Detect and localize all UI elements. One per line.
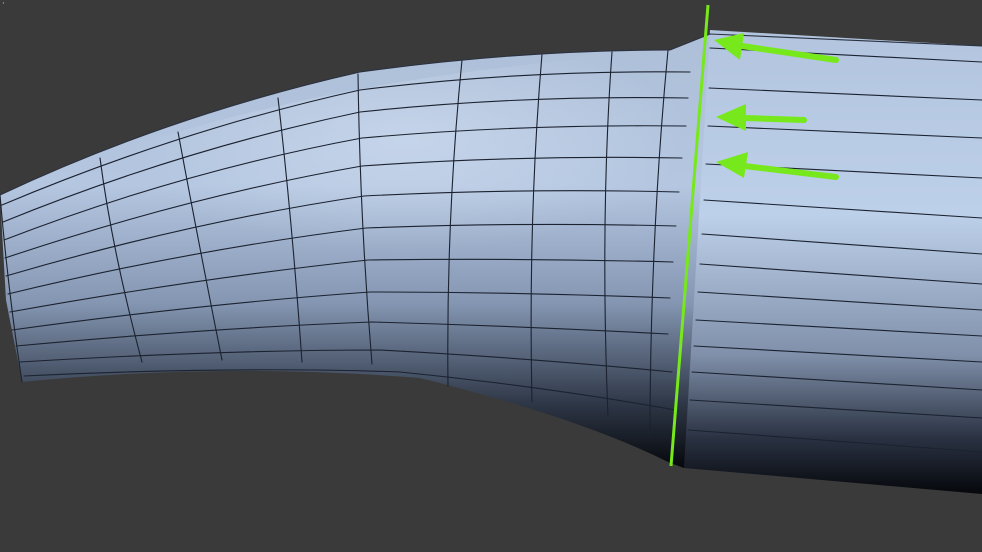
viewport-scene [0, 4, 982, 494]
mesh-right-section[interactable] [684, 30, 982, 494]
3d-viewport[interactable]: · [0, 0, 982, 552]
